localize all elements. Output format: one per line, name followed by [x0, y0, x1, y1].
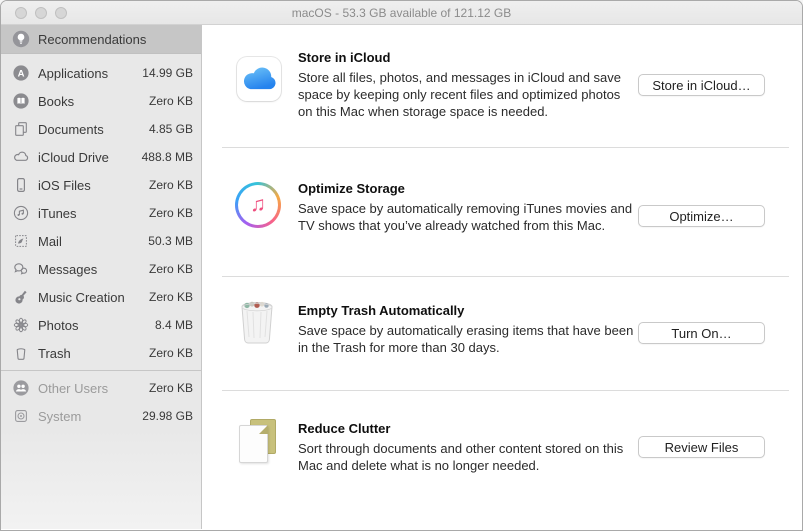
sidebar-item-icloud-drive[interactable]: iCloud Drive 488.8 MB	[1, 143, 201, 171]
sidebar-item-label: Documents	[38, 122, 104, 137]
section-text: Store in iCloud Store all files, photos,…	[298, 50, 638, 120]
ios-files-icon	[12, 176, 30, 194]
svg-text:A: A	[18, 68, 25, 79]
optimize-button[interactable]: Optimize…	[638, 205, 765, 227]
sidebar-item-size: 8.4 MB	[155, 318, 193, 332]
trash-full-icon	[237, 298, 281, 351]
sidebar-item-label: iCloud Drive	[38, 150, 109, 165]
sidebar-item-size: 29.98 GB	[142, 409, 193, 423]
section-text: Empty Trash Automatically Save space by …	[298, 303, 638, 356]
folded-corner	[259, 425, 268, 434]
section-optimize-storage: ♫ Optimize Storage Save space by automat…	[202, 148, 802, 277]
sidebar-item-label: Messages	[38, 262, 97, 277]
sidebar-item-size: Zero KB	[149, 206, 193, 220]
itunes-icon	[12, 204, 30, 222]
storage-management-window: macOS - 53.3 GB available of 121.12 GB R…	[0, 0, 803, 531]
titlebar: macOS - 53.3 GB available of 121.12 GB	[1, 1, 802, 25]
sidebar-item-other-users[interactable]: Other Users Zero KB	[1, 374, 201, 402]
sidebar-item-applications[interactable]: A Applications 14.99 GB	[1, 59, 201, 87]
applications-icon: A	[12, 64, 30, 82]
sidebar-item-size: Zero KB	[149, 262, 193, 276]
sidebar-item-label: Other Users	[38, 381, 108, 396]
front-page	[239, 425, 268, 463]
icloud-drive-icon	[12, 148, 30, 166]
sidebar-item-label: iOS Files	[38, 178, 91, 193]
trash-icon	[12, 344, 30, 362]
section-title: Store in iCloud	[298, 50, 638, 65]
sidebar-item-trash[interactable]: Trash Zero KB	[1, 339, 201, 367]
messages-icon	[12, 260, 30, 278]
sidebar-item-label: Trash	[38, 346, 71, 361]
section-title: Optimize Storage	[298, 181, 638, 196]
sidebar-item-messages[interactable]: Messages Zero KB	[1, 255, 201, 283]
sidebar-item-label: Music Creation	[38, 290, 125, 305]
documents-icon	[12, 120, 30, 138]
section-text: Reduce Clutter Sort through documents an…	[298, 421, 638, 474]
music-note-glyph: ♫	[250, 194, 266, 215]
recommendations-panel: Store in iCloud Store all files, photos,…	[202, 25, 802, 529]
sidebar-separator	[1, 370, 201, 371]
sidebar-item-size: Zero KB	[149, 346, 193, 360]
sidebar-item-size: 50.3 MB	[148, 234, 193, 248]
window-title: macOS - 53.3 GB available of 121.12 GB	[292, 6, 511, 20]
review-files-button[interactable]: Review Files	[638, 436, 765, 458]
sidebar-item-recommendations[interactable]: Recommendations	[1, 25, 201, 53]
sidebar-item-documents[interactable]: Documents 4.85 GB	[1, 115, 201, 143]
sidebar-item-books[interactable]: Books Zero KB	[1, 87, 201, 115]
sidebar-item-size: Zero KB	[149, 178, 193, 192]
sidebar-item-photos[interactable]: Photos 8.4 MB	[1, 311, 201, 339]
section-store-in-icloud: Store in iCloud Store all files, photos,…	[202, 25, 802, 148]
mail-icon	[12, 232, 30, 250]
traffic-lights	[15, 7, 67, 19]
section-description: Sort through documents and other content…	[298, 440, 638, 474]
sidebar-item-size: 488.8 MB	[142, 150, 193, 164]
section-description: Save space by automatically removing iTu…	[298, 200, 638, 234]
sidebar-item-itunes[interactable]: iTunes Zero KB	[1, 199, 201, 227]
section-text: Optimize Storage Save space by automatic…	[298, 181, 638, 234]
documents-stack-icon	[237, 421, 281, 471]
sidebar-item-size: 4.85 GB	[149, 122, 193, 136]
sidebar-item-label: iTunes	[38, 206, 77, 221]
minimize-button[interactable]	[35, 7, 47, 19]
itunes-app-icon: ♫	[237, 181, 281, 227]
sidebar-category-list: A Applications 14.99 GB Books Zero KB	[1, 54, 201, 367]
section-description: Save space by automatically erasing item…	[298, 322, 638, 356]
sidebar-item-label: Recommendations	[38, 32, 146, 47]
other-users-icon	[12, 379, 30, 397]
sidebar-item-mail[interactable]: Mail 50.3 MB	[1, 227, 201, 255]
zoom-button[interactable]	[55, 7, 67, 19]
sidebar-item-size: Zero KB	[149, 381, 193, 395]
section-empty-trash: Empty Trash Automatically Save space by …	[202, 277, 802, 391]
sidebar-item-label: Mail	[38, 234, 62, 249]
books-icon	[12, 92, 30, 110]
close-button[interactable]	[15, 7, 27, 19]
sidebar-item-music-creation[interactable]: Music Creation Zero KB	[1, 283, 201, 311]
section-title: Reduce Clutter	[298, 421, 638, 436]
sidebar: Recommendations A Applications 14.99 GB …	[1, 25, 202, 529]
sidebar-item-label: Books	[38, 94, 74, 109]
sidebar-item-size: Zero KB	[149, 290, 193, 304]
sidebar-item-label: Photos	[38, 318, 78, 333]
sidebar-item-label: Applications	[38, 66, 108, 81]
lightbulb-icon	[12, 30, 30, 48]
system-icon	[12, 407, 30, 425]
turn-on-button[interactable]: Turn On…	[638, 322, 765, 344]
sidebar-item-ios-files[interactable]: iOS Files Zero KB	[1, 171, 201, 199]
icloud-icon	[237, 50, 281, 94]
music-creation-icon	[12, 288, 30, 306]
section-description: Store all files, photos, and messages in…	[298, 69, 638, 120]
section-title: Empty Trash Automatically	[298, 303, 638, 318]
sidebar-item-size: Zero KB	[149, 94, 193, 108]
sidebar-item-size: 14.99 GB	[142, 66, 193, 80]
sidebar-item-system[interactable]: System 29.98 GB	[1, 402, 201, 430]
store-in-icloud-button[interactable]: Store in iCloud…	[638, 74, 765, 96]
section-reduce-clutter: Reduce Clutter Sort through documents an…	[202, 391, 802, 529]
sidebar-item-label: System	[38, 409, 81, 424]
photos-icon	[12, 316, 30, 334]
